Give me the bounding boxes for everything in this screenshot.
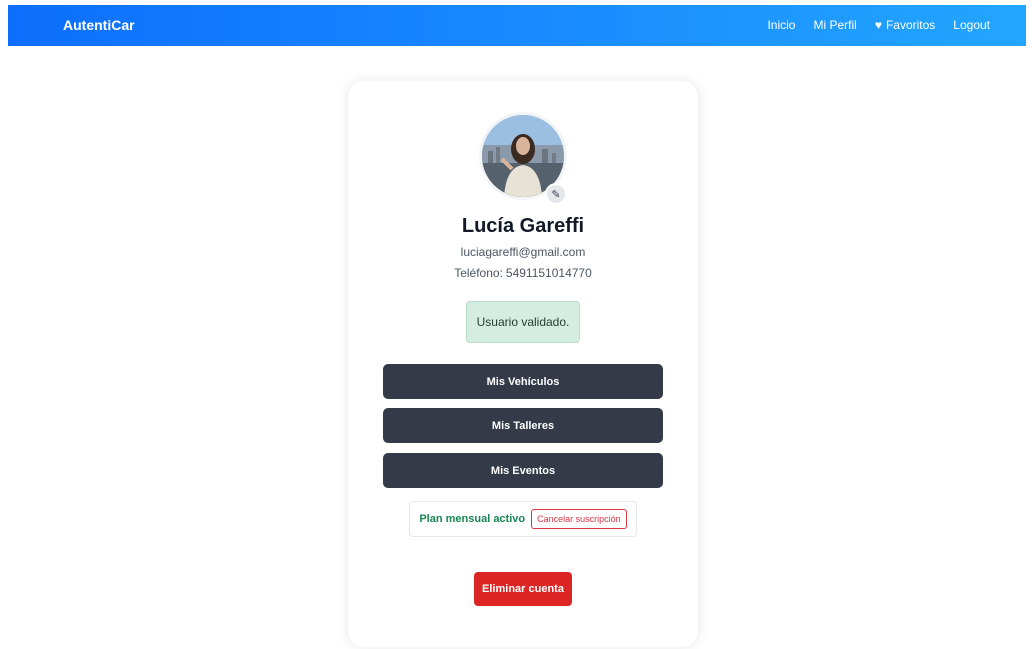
pencil-icon: ✎ — [551, 188, 561, 201]
delete-account-button[interactable]: Eliminar cuenta — [474, 572, 572, 606]
mis-vehiculos-button[interactable]: Mis Vehículos — [383, 364, 663, 399]
nav-links: Inicio Mi Perfil ♥ Favoritos Logout — [749, 18, 990, 32]
nav-link-inicio[interactable]: Inicio — [767, 18, 795, 32]
profile-card: ✎ Lucía Gareffi luciagareffi@gmail.com T… — [348, 81, 698, 647]
cancel-subscription-button[interactable]: Cancelar suscripción — [531, 509, 627, 529]
nav-link-logout[interactable]: Logout — [953, 18, 990, 32]
phone-value: 5491151014770 — [505, 266, 592, 280]
nav-link-favoritos-label: Favoritos — [885, 18, 936, 32]
nav-link-mi-perfil[interactable]: Mi Perfil — [813, 18, 856, 32]
mis-talleres-button[interactable]: Mis Talleres — [383, 408, 663, 443]
profile-phone: Teléfono: 5491151014770 — [348, 266, 698, 280]
validated-alert: Usuario validado. — [466, 301, 580, 343]
nav-link-favoritos[interactable]: ♥ Favoritos — [875, 18, 935, 32]
mis-eventos-button[interactable]: Mis Eventos — [383, 453, 663, 488]
profile-name: Lucía Gareffi — [461, 215, 585, 237]
brand-logo[interactable]: AutentiCar — [63, 17, 135, 33]
plan-status: Plan mensual activo — [419, 513, 526, 525]
heart-icon: ♥ — [874, 18, 882, 32]
phone-label: Teléfono: — [454, 266, 503, 280]
edit-avatar-button[interactable]: ✎ — [545, 183, 567, 205]
navbar: AutentiCar Inicio Mi Perfil ♥ Favoritos … — [8, 5, 1026, 46]
profile-email: luciagareffi@gmail.com — [460, 245, 586, 259]
subscription-box: Plan mensual activo Cancelar suscripción — [409, 501, 637, 537]
